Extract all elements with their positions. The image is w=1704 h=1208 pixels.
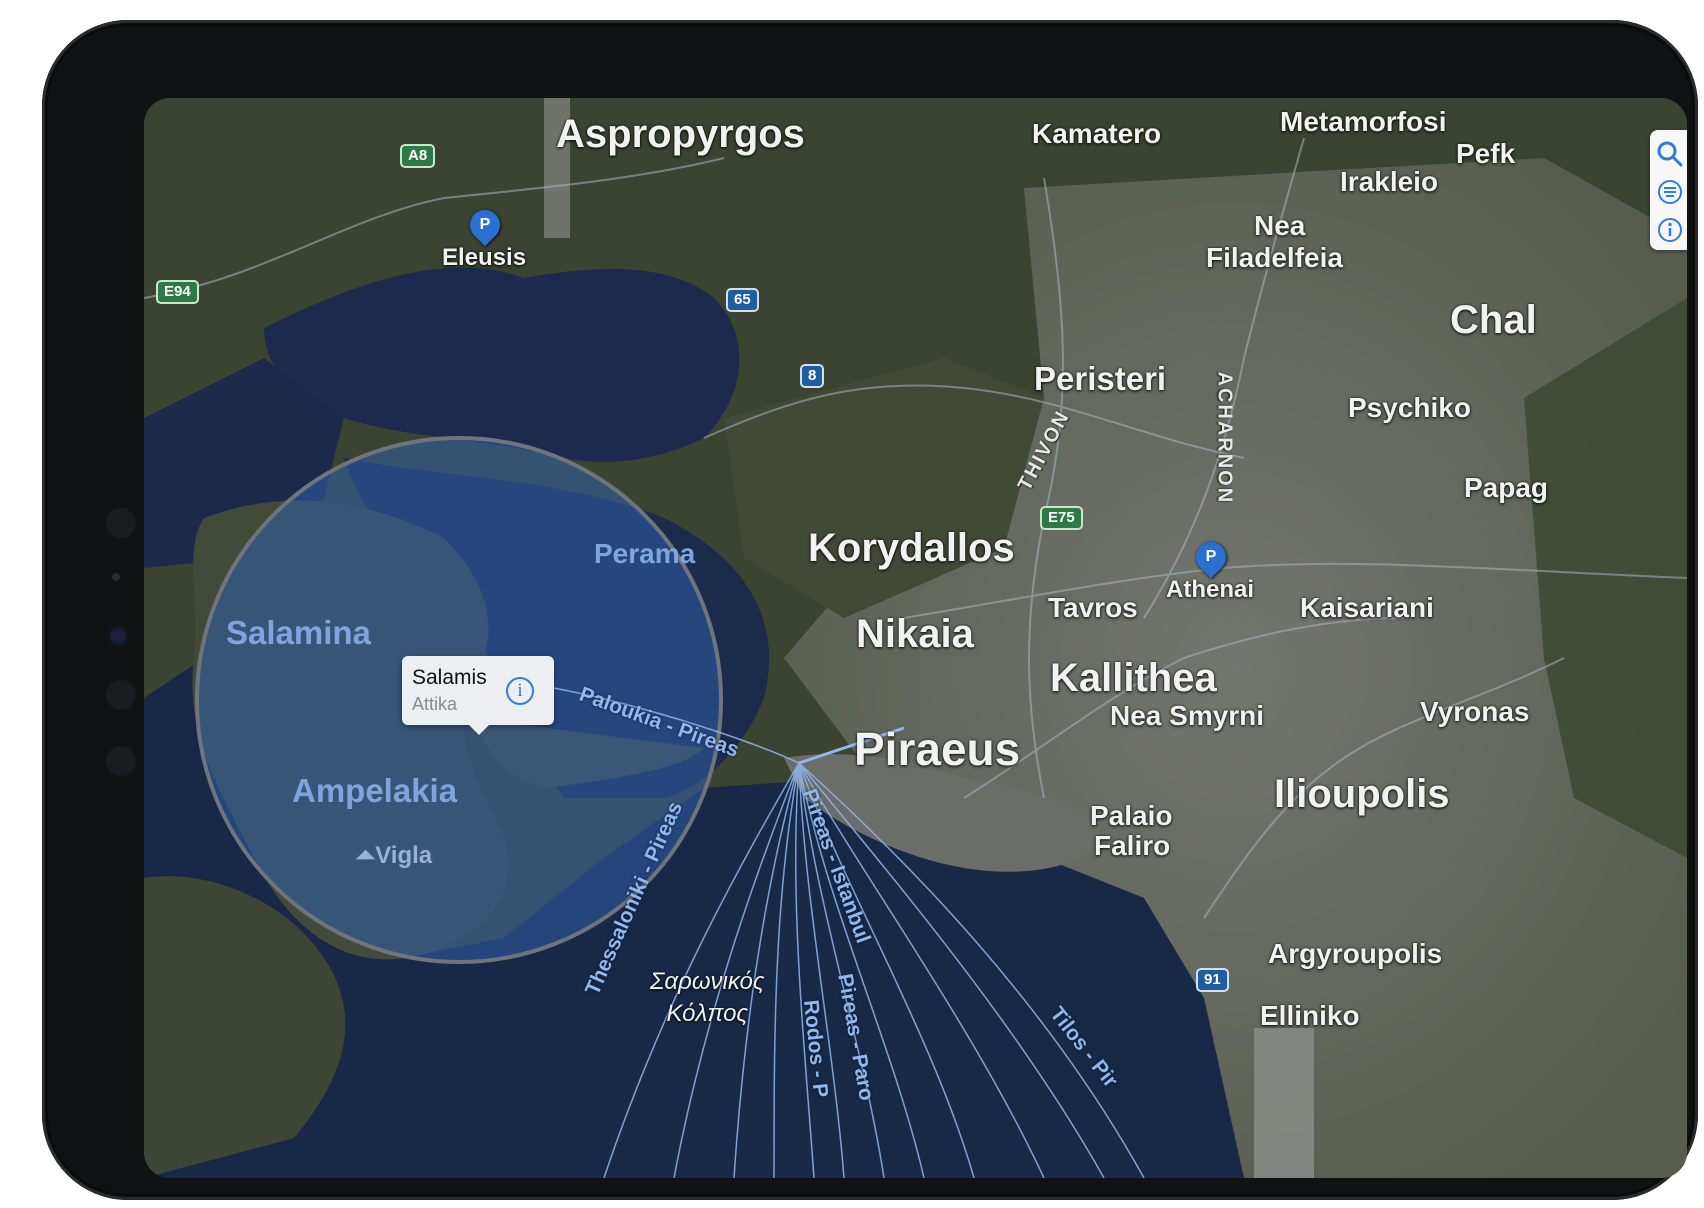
road-shield-65: 65: [726, 288, 759, 312]
place-peristeri[interactable]: Peristeri: [1034, 360, 1166, 398]
callout-info-icon[interactable]: i: [506, 677, 534, 705]
place-korydallos[interactable]: Korydallos: [808, 526, 1015, 571]
place-nikaia[interactable]: Nikaia: [856, 612, 974, 657]
place-saronic-gulf[interactable]: Σαρωνικός Κόλπος: [650, 966, 765, 1030]
place-vigla[interactable]: ⏶Vigla: [356, 842, 432, 870]
bezel-dot: [106, 680, 136, 710]
place-kallithea[interactable]: Kallithea: [1050, 656, 1217, 701]
mountain-peak-icon: ⏶: [356, 842, 376, 869]
ipad-frame: Aspropyrgos Kamatero Metamorfosi Pefk Ir…: [42, 20, 1698, 1200]
bezel-dot: [106, 746, 136, 776]
place-vyronas[interactable]: Vyronas: [1420, 696, 1529, 728]
map-toolbar: [1650, 130, 1687, 250]
place-argyroupolis[interactable]: Argyroupolis: [1268, 938, 1442, 970]
place-palaio-faliro[interactable]: Palaio: [1090, 800, 1172, 832]
place-salamina[interactable]: Salamina: [226, 614, 371, 652]
parking-pin-eleusis[interactable]: P: [463, 203, 507, 247]
place-aspropyrgos[interactable]: Aspropyrgos: [556, 112, 805, 157]
layers-button[interactable]: [1654, 176, 1686, 208]
place-papagou[interactable]: Papag: [1464, 472, 1548, 504]
place-nea-filadelfeia-line2: Filadelfeia: [1206, 242, 1343, 273]
place-metamorfosi[interactable]: Metamorfosi: [1280, 106, 1446, 138]
place-nea-filadelfeia[interactable]: Nea: [1254, 210, 1305, 242]
airport: [1254, 1028, 1314, 1178]
road-shield-a8: A8: [400, 144, 436, 168]
search-icon: [1657, 141, 1683, 167]
place-pefki[interactable]: Pefk: [1456, 138, 1515, 170]
place-elliniko[interactable]: Elliniko: [1260, 1000, 1360, 1032]
place-irakleio[interactable]: Irakleio: [1340, 166, 1438, 198]
parking-pin-label: P: [1205, 548, 1217, 565]
callout-title: Salamis: [412, 666, 487, 689]
road-shield-91: 91: [1196, 968, 1229, 992]
place-kaisariani[interactable]: Kaisariani: [1300, 592, 1434, 624]
place-ampelakia[interactable]: Ampelakia: [292, 772, 457, 810]
callout-subtitle: Attika: [412, 694, 458, 714]
place-nea-smyrni[interactable]: Nea Smyrni: [1110, 700, 1264, 732]
map-view[interactable]: Aspropyrgos Kamatero Metamorfosi Pefk Ir…: [144, 98, 1687, 1178]
search-button[interactable]: [1654, 138, 1686, 170]
info-button[interactable]: [1654, 214, 1686, 246]
road-shield-e75: E75: [1040, 506, 1083, 530]
place-kamatero[interactable]: Kamatero: [1032, 118, 1161, 150]
place-eleusis[interactable]: Eleusis: [442, 244, 526, 272]
bezel-dot: [112, 573, 120, 581]
place-chalandri[interactable]: Chal: [1450, 298, 1537, 343]
road-shield-e94: E94: [156, 280, 199, 304]
layers-icon: [1658, 180, 1682, 204]
place-psychiko[interactable]: Psychiko: [1348, 392, 1471, 424]
info-icon: [1658, 218, 1682, 242]
parking-pin-label: P: [479, 216, 491, 233]
saronic-line1: Σαρωνικός: [650, 968, 765, 995]
bezel-dot: [106, 508, 136, 538]
place-perama[interactable]: Perama: [594, 538, 695, 570]
place-tavros[interactable]: Tavros: [1048, 592, 1138, 624]
place-athenai[interactable]: Athenai: [1166, 576, 1254, 604]
place-palaio-faliro-line2: Faliro: [1094, 830, 1171, 861]
parking-pin-athenai[interactable]: P: [1189, 535, 1233, 579]
place-ilioupolis[interactable]: Ilioupolis: [1274, 772, 1450, 817]
location-callout[interactable]: Salamis Attika i: [402, 656, 554, 735]
front-camera: [110, 628, 126, 644]
road-shield-8: 8: [800, 364, 825, 388]
saronic-line2: Κόλπος: [666, 1000, 749, 1027]
place-piraeus[interactable]: Piraeus: [854, 722, 1020, 776]
place-vigla-label: Vigla: [375, 842, 433, 869]
road-acharnon: ACHARNON: [1213, 371, 1236, 505]
